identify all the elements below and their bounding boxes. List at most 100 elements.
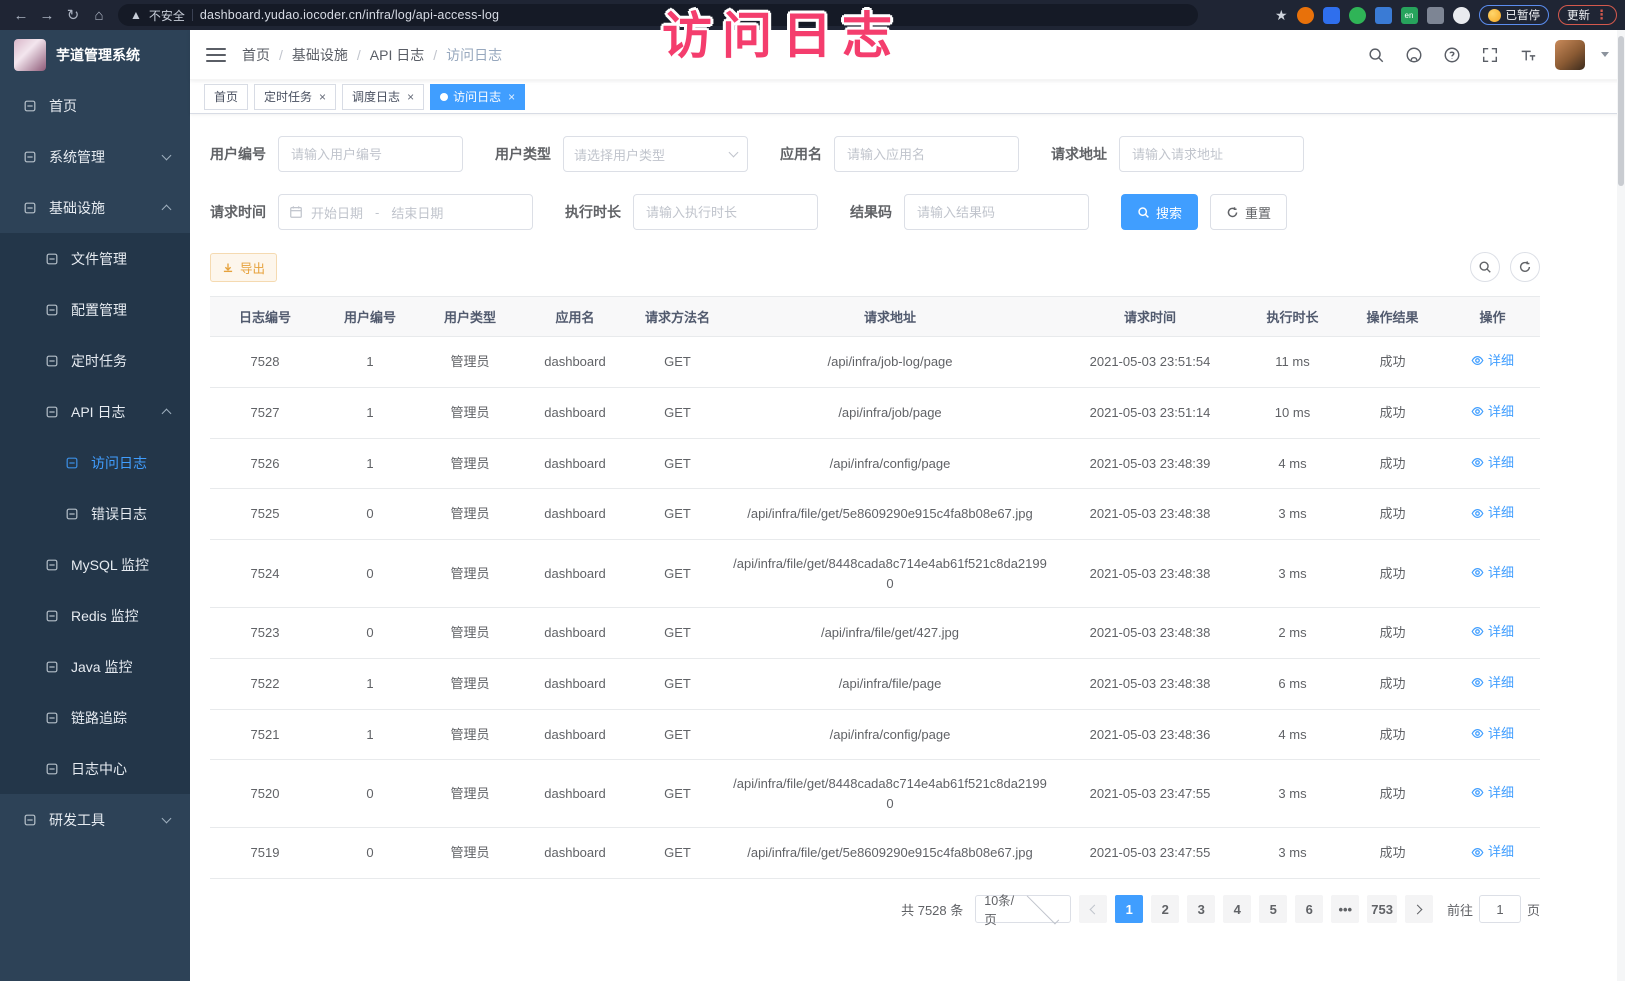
detail-link[interactable]: 详细 [1471, 783, 1514, 803]
reset-button[interactable]: 重置 [1210, 194, 1287, 230]
breadcrumb-item[interactable]: API 日志 [370, 45, 424, 65]
sidebar-item[interactable]: Java 监控 [0, 641, 190, 692]
sidebar-item[interactable]: 定时任务 [0, 335, 190, 386]
sidebar-item[interactable]: 链路追踪 [0, 692, 190, 743]
cell-request-url: /api/infra/file/get/5e8609290e915c4fa8b0… [725, 489, 1055, 540]
cell-duration: 3 ms [1245, 489, 1340, 540]
cell-app-name: dashboard [520, 608, 630, 659]
scrollbar-thumb[interactable] [1618, 36, 1624, 186]
page-button-5[interactable]: 5 [1259, 895, 1287, 923]
page-button-6[interactable]: 6 [1295, 895, 1323, 923]
page-button-1[interactable]: 1 [1115, 895, 1143, 923]
detail-link[interactable]: 详细 [1471, 842, 1514, 862]
extension-icon-green-circle[interactable] [1349, 7, 1366, 24]
toggle-search-button[interactable] [1470, 252, 1500, 282]
request-url-input[interactable] [1119, 136, 1304, 172]
detail-link[interactable]: 详细 [1471, 453, 1514, 473]
logo-row[interactable]: 芋道管理系统 [0, 30, 190, 80]
sidebar-item[interactable]: 基础设施 [0, 182, 190, 233]
sidebar-item-label: 首页 [49, 96, 77, 116]
address-bar[interactable]: ▲ 不安全 dashboard.yudao.iocoder.cn/infra/l… [118, 4, 1198, 26]
page-button-753[interactable]: 753 [1367, 895, 1397, 923]
detail-link[interactable]: 详细 [1471, 622, 1514, 642]
goto-page-input[interactable] [1479, 895, 1521, 923]
hamburger-icon[interactable] [206, 48, 226, 62]
detail-link[interactable]: 详细 [1471, 503, 1514, 523]
breadcrumb-item[interactable]: 首页 [242, 45, 270, 65]
tab[interactable]: 首页 [204, 84, 248, 110]
page-button-2[interactable]: 2 [1151, 895, 1179, 923]
scrollbar[interactable] [1617, 30, 1625, 981]
cell-result: 成功 [1340, 387, 1445, 438]
sidebar: 芋道管理系统 首页 系统管理 基础设施 文件管理 配置管理 定时任务 [0, 30, 190, 981]
fullscreen-icon[interactable] [1479, 44, 1501, 66]
more-pages-button[interactable]: ••• [1331, 895, 1359, 923]
detail-link[interactable]: 详细 [1471, 724, 1514, 744]
prev-page-button[interactable] [1079, 895, 1107, 923]
back-icon[interactable]: ← [8, 4, 34, 26]
detail-link[interactable]: 详细 [1471, 351, 1514, 371]
github-icon[interactable] [1403, 44, 1425, 66]
detail-link[interactable]: 详细 [1471, 563, 1514, 583]
bookmark-star-icon[interactable]: ★ [1275, 7, 1288, 24]
duration-input[interactable] [633, 194, 818, 230]
search-icon[interactable] [1365, 44, 1387, 66]
tab[interactable]: 访问日志 × [430, 84, 525, 110]
search-button[interactable]: 搜索 [1121, 194, 1198, 230]
sidebar-item[interactable]: 访问日志 [0, 437, 190, 488]
detail-link[interactable]: 详细 [1471, 673, 1514, 693]
extension-icon-orange[interactable] [1297, 7, 1314, 24]
close-icon[interactable]: × [407, 91, 414, 103]
translate-extension-icon[interactable]: en [1401, 7, 1418, 24]
chevron-down-icon[interactable] [1601, 52, 1609, 57]
cell-actions: 详细 [1445, 608, 1540, 659]
breadcrumb-item[interactable]: 基础设施 [292, 45, 348, 65]
extension-icon-pinwheel[interactable] [1453, 7, 1470, 24]
tab[interactable]: 调度日志 × [342, 84, 424, 110]
update-button[interactable]: 更新 ⋮ [1558, 5, 1617, 25]
sidebar-item[interactable]: 配置管理 [0, 284, 190, 335]
tab[interactable]: 定时任务 × [254, 84, 336, 110]
menu-kebab-icon[interactable]: ⋮ [1595, 7, 1608, 23]
cell-actions: 详细 [1445, 337, 1540, 388]
user-id-input[interactable] [278, 136, 463, 172]
schedule-icon [44, 353, 59, 368]
sidebar-item[interactable]: 研发工具 [0, 794, 190, 845]
sidebar-item[interactable]: 日志中心 [0, 743, 190, 794]
user-avatar[interactable] [1555, 40, 1585, 70]
user-type-select[interactable]: 请选择用户类型 [563, 136, 748, 172]
help-icon[interactable] [1441, 44, 1463, 66]
warning-icon: ▲ [130, 9, 142, 21]
reload-icon[interactable]: ↻ [60, 4, 86, 26]
extension-icon-shield[interactable] [1323, 7, 1340, 24]
close-icon[interactable]: × [319, 91, 326, 103]
extension-icon-grid[interactable] [1375, 7, 1392, 24]
app-name-input[interactable] [834, 136, 1019, 172]
extension-icon-grey[interactable] [1427, 7, 1444, 24]
refresh-table-button[interactable] [1510, 252, 1540, 282]
export-button[interactable]: 导出 [210, 253, 277, 282]
sidebar-item[interactable]: Redis 监控 [0, 590, 190, 641]
sidebar-item[interactable]: MySQL 监控 [0, 539, 190, 590]
font-size-icon[interactable] [1517, 44, 1539, 66]
sidebar-item[interactable]: 文件管理 [0, 233, 190, 284]
page-button-4[interactable]: 4 [1223, 895, 1251, 923]
sidebar-item[interactable]: 系统管理 [0, 131, 190, 182]
cell-actions: 详细 [1445, 658, 1540, 709]
page-size-select[interactable]: 10条/页 [975, 895, 1071, 923]
sidebar-item[interactable]: API 日志 [0, 386, 190, 437]
date-range-picker[interactable]: 开始日期 - 结束日期 [278, 194, 533, 230]
sidebar-item[interactable]: 错误日志 [0, 488, 190, 539]
paused-badge[interactable]: 已暂停 [1479, 5, 1550, 25]
log-icon [44, 404, 59, 419]
home-icon[interactable]: ⌂ [86, 4, 112, 26]
detail-link[interactable]: 详细 [1471, 402, 1514, 422]
page-button-3[interactable]: 3 [1187, 895, 1215, 923]
cell-result: 成功 [1340, 828, 1445, 879]
forward-icon[interactable]: → [34, 4, 60, 26]
close-icon[interactable]: × [508, 91, 515, 103]
eye-icon [1471, 354, 1484, 367]
result-code-input[interactable] [904, 194, 1089, 230]
next-page-button[interactable] [1405, 895, 1433, 923]
sidebar-item[interactable]: 首页 [0, 80, 190, 131]
